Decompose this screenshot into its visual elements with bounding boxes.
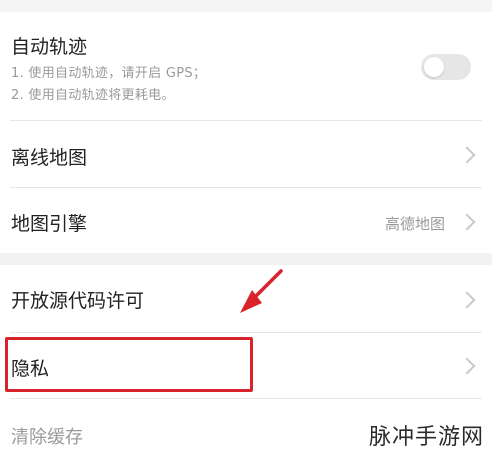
watermark: 脉冲手游网 xyxy=(368,425,484,450)
annotation-arrow-icon xyxy=(240,269,283,313)
